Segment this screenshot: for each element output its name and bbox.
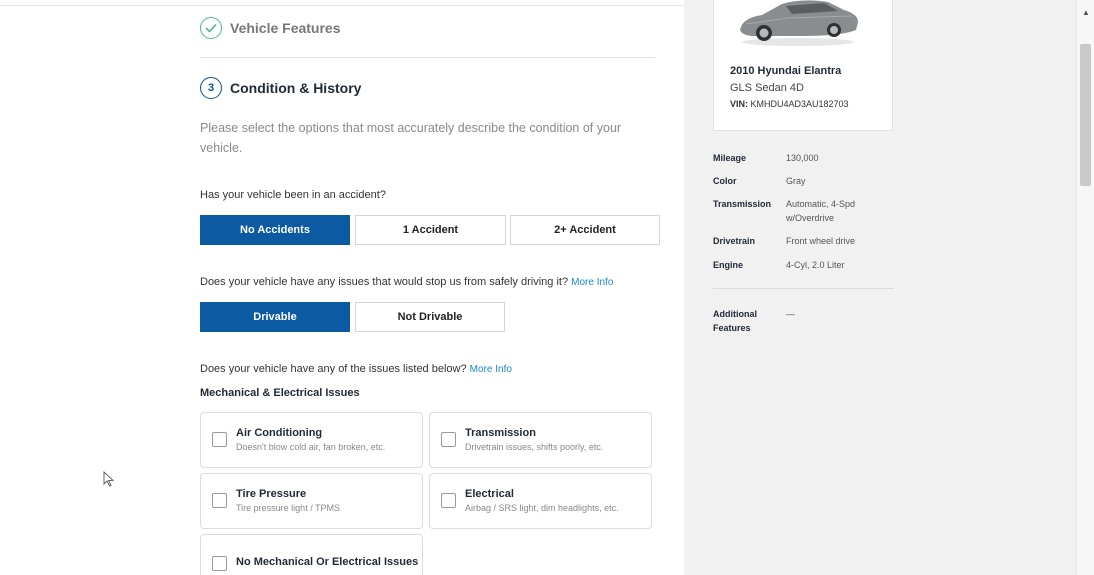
spec-label: Color [713, 176, 737, 186]
issue-option-desc: Drivetrain issues, shifts poorly, etc. [465, 442, 604, 452]
spec-label: Mileage [713, 153, 747, 163]
spec-value: Front wheel drive [786, 236, 856, 246]
vin-value: KMHDU4AD3AU182703 [750, 99, 849, 109]
option-no-accidents[interactable]: No Accidents [200, 215, 350, 245]
step-number-badge: 3 [200, 77, 222, 99]
spec-value: 4-Cyl, 2.0 Liter [786, 260, 845, 270]
main-content: Vehicle Features 3 Condition & History P… [0, 0, 684, 575]
option-drivable[interactable]: Drivable [200, 302, 350, 332]
vehicle-name: 2010 Hyundai Elantra [730, 65, 842, 77]
scroll-up-arrow-icon[interactable]: ▲ [1077, 6, 1094, 20]
checkbox[interactable] [441, 432, 456, 447]
vehicle-vin: VIN: KMHDU4AD3AU182703 [730, 99, 849, 109]
spec-value: — [786, 309, 795, 319]
step-vehicle-features[interactable]: Vehicle Features [200, 17, 341, 39]
mouse-cursor-icon [103, 471, 115, 487]
condition-intro-text: Please select the options that most accu… [200, 121, 622, 155]
checkbox[interactable] [441, 493, 456, 508]
issues-subheading: Mechanical & Electrical Issues [200, 387, 360, 399]
checkbox[interactable] [212, 493, 227, 508]
issue-option-title: Air Conditioning [236, 427, 323, 439]
issue-option-desc: Tire pressure light / TPMS [236, 503, 341, 513]
issues-question: Does your vehicle have any of the issues… [200, 363, 467, 375]
spec-label: Additional Features [713, 309, 757, 333]
option-1-accident[interactable]: 1 Accident [355, 215, 506, 245]
accident-question: Has your vehicle been in an accident? [200, 189, 386, 201]
issues-more-info-link[interactable]: More Info [470, 364, 512, 375]
step-title-condition-history: Condition & History [230, 80, 362, 96]
step-title-vehicle-features: Vehicle Features [230, 20, 341, 36]
spec-label: Transmission [713, 199, 772, 209]
issue-option-desc: Airbag / SRS light, dim headlights, etc. [465, 503, 619, 513]
spec-value: Automatic, 4-Spd w/Overdrive [786, 199, 856, 223]
page-scrollbar[interactable]: ▲ [1076, 0, 1094, 575]
scrollbar-thumb[interactable] [1080, 44, 1091, 186]
drivable-question-row: Does your vehicle have any issues that w… [200, 276, 613, 288]
checkbox[interactable] [212, 432, 227, 447]
car-image [740, 0, 858, 46]
issue-option-title: Transmission [465, 427, 536, 439]
step-condition-history: 3 Condition & History [200, 77, 361, 99]
issue-option-title: Tire Pressure [236, 488, 307, 500]
spec-label: Engine [713, 260, 744, 270]
vehicle-trim: GLS Sedan 4D [730, 82, 804, 94]
issue-option-title: Electrical [465, 488, 514, 500]
vin-label: VIN: [730, 99, 748, 109]
issue-option-desc: Doesn't blow cold air, fan broken, etc. [236, 442, 386, 452]
option-2plus-accident[interactable]: 2+ Accident [510, 215, 660, 245]
drivable-question: Does your vehicle have any issues that w… [200, 276, 569, 288]
spec-value: 130,000 [786, 153, 819, 163]
vehicle-card: 2010 Hyundai Elantra GLS Sedan 4D VIN: K… [713, 0, 893, 131]
issue-option-air-conditioning[interactable]: Air Conditioning Doesn't blow cold air, … [200, 412, 423, 468]
spec-label: Drivetrain [713, 236, 756, 246]
issue-option-title: No Mechanical Or Electrical Issues [236, 556, 419, 568]
check-icon [200, 17, 222, 39]
issue-option-tire-pressure[interactable]: Tire Pressure Tire pressure light / TPMS [200, 473, 423, 529]
issue-option-electrical[interactable]: Electrical Airbag / SRS light, dim headl… [429, 473, 652, 529]
sidebar-divider [713, 288, 894, 289]
section-divider [200, 57, 655, 58]
issues-question-row: Does your vehicle have any of the issues… [200, 363, 512, 375]
checkbox[interactable] [212, 556, 227, 571]
spec-value: Gray [786, 176, 806, 186]
drivable-more-info-link[interactable]: More Info [571, 277, 613, 288]
issue-option-transmission[interactable]: Transmission Drivetrain issues, shifts p… [429, 412, 652, 468]
option-not-drivable[interactable]: Not Drivable [355, 302, 505, 332]
issue-option-none[interactable]: No Mechanical Or Electrical Issues [200, 534, 423, 575]
